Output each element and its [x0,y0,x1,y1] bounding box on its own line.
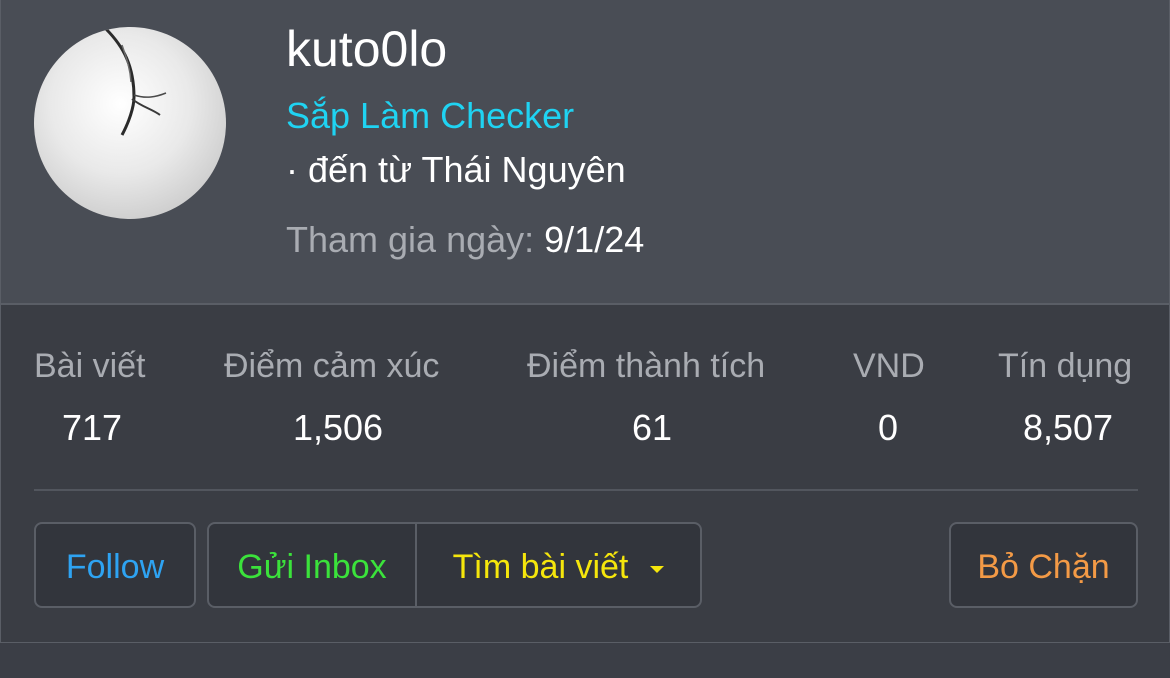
profile-header: kuto0lo Sắp Làm Checker · đến từ Thái Ng… [1,0,1169,305]
find-posts-dropdown-button[interactable]: Tìm bài viết [415,522,702,608]
caret-down-icon [650,565,665,573]
user-location: · đến từ Thái Nguyên [286,149,626,190]
stat-value-credit: 8,507 [1022,407,1114,448]
underlying-link-fragment [30,644,200,656]
user-title: Sắp Làm Checker [286,95,575,136]
joined-label: Tham gia ngày: [286,219,535,260]
stat-label-achievements: Điểm thành tích [527,347,766,385]
profile-card: kuto0lo Sắp Làm Checker · đến từ Thái Ng… [0,0,1170,643]
avatar[interactable] [34,27,226,219]
joined-date-value: 9/1/24 [544,219,645,260]
avatar-image [104,27,167,136]
stat-label-posts: Bài viết [34,347,146,385]
unblock-button[interactable]: Bỏ Chặn [949,522,1138,608]
joined-date-row: Tham gia ngày: 9/1/24 [286,218,644,262]
stat-label-reactions: Điểm cảm xúc [224,347,440,385]
username[interactable]: kuto0lo [286,20,447,78]
stat-label-credit: Tín dụng [998,347,1133,385]
stats-divider [34,489,1138,491]
stat-value-reactions[interactable]: 1,506 [224,406,452,450]
stat-value-achievements[interactable]: 61 [527,406,777,450]
stat-label-vnd: VND [853,347,925,385]
send-inbox-button[interactable]: Gửi Inbox [207,522,417,608]
stat-value-posts[interactable]: 717 [34,406,150,450]
stat-value-vnd: 0 [877,407,899,448]
follow-button[interactable]: Follow [34,522,196,608]
find-posts-label: Tìm bài viết [452,548,629,586]
